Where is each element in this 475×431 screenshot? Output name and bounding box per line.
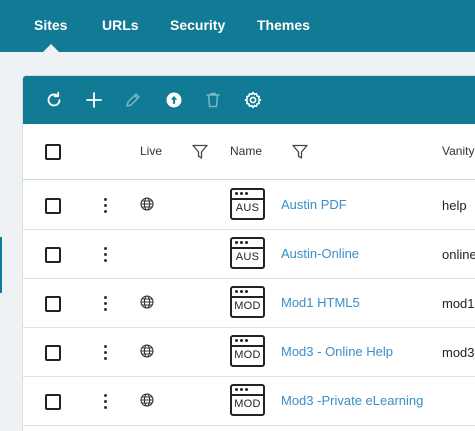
site-name-link[interactable]: Mod1 HTML5: [281, 295, 360, 310]
row-menu-icon[interactable]: [101, 245, 111, 265]
column-header-name: Name: [230, 144, 263, 158]
site-name-link[interactable]: Austin PDF: [281, 197, 347, 212]
site-name-link[interactable]: Mod3 - Online Help: [281, 344, 393, 359]
site-icon-code: MOD: [234, 349, 261, 361]
vanity-value: online: [442, 247, 475, 262]
site-icon-code: AUS: [235, 251, 260, 263]
table-row[interactable]: MOD Mod1 HTML5 mod1: [23, 279, 475, 328]
row-menu-icon[interactable]: [101, 196, 111, 216]
publish-globe-icon[interactable]: [164, 90, 184, 110]
table-row[interactable]: AUS Austin-Online online: [23, 230, 475, 279]
top-navigation: Sites URLs Security Themes: [0, 0, 475, 52]
site-type-icon: MOD: [230, 286, 265, 318]
site-type-icon: AUS: [230, 237, 265, 269]
tab-sites[interactable]: Sites: [34, 17, 67, 33]
left-edge-accent: [0, 237, 2, 293]
row-checkbox[interactable]: [45, 198, 61, 214]
toolbar: [23, 76, 475, 124]
table-row[interactable]: MOD Mod3 - Online Help mod3: [23, 328, 475, 377]
row-checkbox[interactable]: [45, 345, 61, 361]
site-icon-code: MOD: [234, 398, 261, 410]
table-row[interactable]: AUS Austin PDF help: [23, 181, 475, 230]
column-header-vanity: Vanity: [442, 144, 475, 158]
tab-urls[interactable]: URLs: [102, 17, 139, 33]
settings-icon[interactable]: [243, 90, 263, 110]
vanity-value: mod1: [442, 296, 475, 311]
site-type-icon: MOD: [230, 335, 265, 367]
add-icon[interactable]: [84, 90, 104, 110]
live-globe-icon: [139, 343, 155, 359]
site-icon-code: AUS: [235, 202, 260, 214]
live-globe-icon: [139, 392, 155, 408]
site-type-icon: MOD: [230, 384, 265, 416]
row-menu-icon[interactable]: [101, 343, 111, 363]
row-checkbox[interactable]: [45, 394, 61, 410]
table-row[interactable]: MOD Mod3 -Private eLearning: [23, 377, 475, 426]
live-globe-icon: [139, 294, 155, 310]
tab-themes[interactable]: Themes: [257, 17, 310, 33]
edit-icon[interactable]: [123, 90, 143, 110]
site-icon-code: MOD: [234, 300, 261, 312]
vanity-value: mod3: [442, 345, 475, 360]
sites-panel: Live Name Vanity AUS Austin PDF help AUS…: [22, 75, 475, 431]
site-type-icon: AUS: [230, 188, 265, 220]
row-checkbox[interactable]: [45, 247, 61, 263]
live-globe-icon: [139, 196, 155, 212]
name-filter-icon[interactable]: [291, 143, 309, 161]
vanity-value: help: [442, 198, 467, 213]
tab-security[interactable]: Security: [170, 17, 225, 33]
row-menu-icon[interactable]: [101, 392, 111, 412]
live-filter-icon[interactable]: [191, 143, 209, 161]
row-checkbox[interactable]: [45, 296, 61, 312]
refresh-icon[interactable]: [44, 90, 64, 110]
column-header-live: Live: [140, 144, 163, 158]
site-name-link[interactable]: Austin-Online: [281, 246, 359, 261]
delete-icon[interactable]: [203, 90, 223, 110]
select-all-checkbox[interactable]: [45, 144, 61, 160]
site-name-link[interactable]: Mod3 -Private eLearning: [281, 393, 423, 408]
table-header: Live Name Vanity: [23, 124, 475, 180]
row-menu-icon[interactable]: [101, 294, 111, 314]
active-tab-indicator: [43, 44, 59, 52]
